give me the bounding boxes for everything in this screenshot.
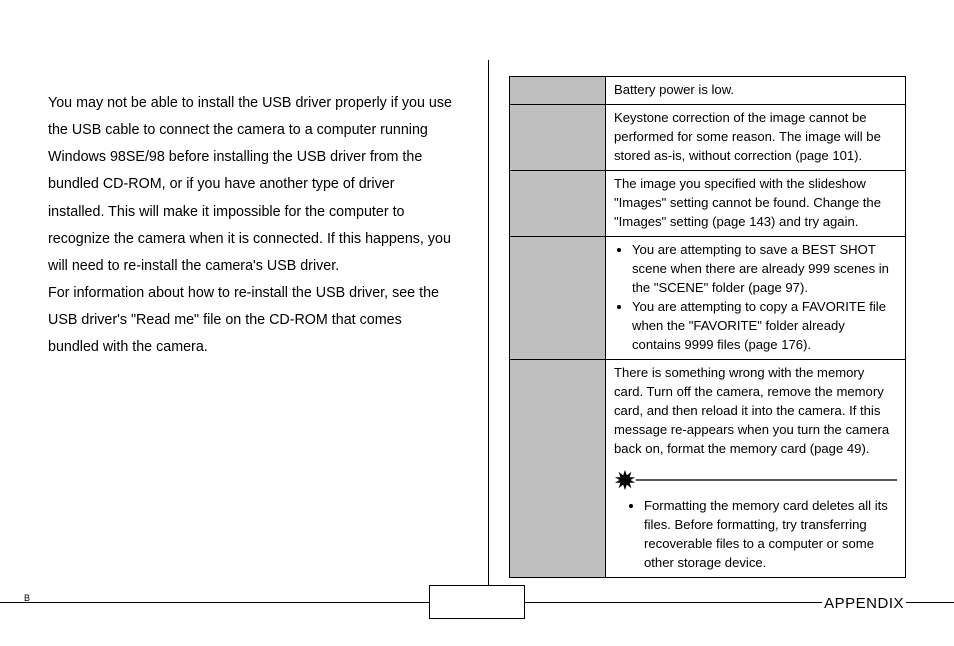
table-row: There is something wrong with the memory…: [510, 359, 906, 577]
message-key-cell: [510, 359, 606, 577]
table-row: Battery power is low.: [510, 77, 906, 105]
table-row: The image you specified with the slidesh…: [510, 170, 906, 236]
bullet-list: You are attempting to save a BEST SHOT s…: [614, 241, 897, 355]
page: You may not be able to install the USB d…: [0, 0, 954, 646]
usb-driver-paragraph-2: For information about how to re-install …: [48, 280, 452, 361]
message-key-cell: [510, 170, 606, 236]
starburst-icon: [614, 469, 636, 491]
page-number-box: [429, 585, 525, 619]
list-item: Formatting the memory card deletes all i…: [644, 497, 897, 573]
important-header: [614, 469, 897, 491]
list-item: You are attempting to save a BEST SHOT s…: [632, 241, 897, 298]
important-divider-line: [636, 479, 897, 481]
table-row: Keystone correction of the image cannot …: [510, 104, 906, 170]
message-desc-cell: You are attempting to save a BEST SHOT s…: [606, 236, 906, 359]
message-desc-cell: The image you specified with the slidesh…: [606, 170, 906, 236]
message-key-cell: [510, 104, 606, 170]
table-row: You are attempting to save a BEST SHOT s…: [510, 236, 906, 359]
message-desc-cell: Battery power is low.: [606, 77, 906, 105]
bullet-list: Formatting the memory card deletes all i…: [614, 497, 897, 573]
message-key-cell: [510, 77, 606, 105]
messages-table: Battery power is low. Keystone correctio…: [509, 76, 906, 578]
page-footer: B APPENDIX: [0, 602, 954, 634]
footer-corner-mark: B: [24, 593, 30, 603]
message-desc-cell: Keystone correction of the image cannot …: [606, 104, 906, 170]
message-key-cell: [510, 236, 606, 359]
two-column-layout: You may not be able to install the USB d…: [48, 60, 906, 600]
message-desc-cell: There is something wrong with the memory…: [606, 359, 906, 577]
footer-section-label: APPENDIX: [822, 595, 906, 612]
column-separator: [488, 60, 489, 600]
memory-card-error-text: There is something wrong with the memory…: [614, 364, 897, 459]
list-item: You are attempting to copy a FAVORITE fi…: [632, 298, 897, 355]
left-column: You may not be able to install the USB d…: [48, 60, 468, 600]
right-column: Battery power is low. Keystone correctio…: [509, 60, 906, 600]
usb-driver-paragraph-1: You may not be able to install the USB d…: [48, 90, 452, 280]
